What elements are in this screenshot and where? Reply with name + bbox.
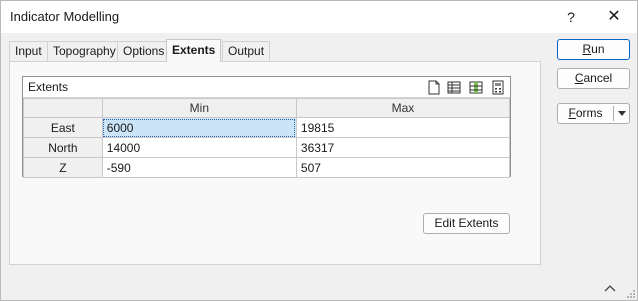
table-row: Z -590 507: [23, 157, 511, 178]
tab-extents[interactable]: Extents: [166, 39, 222, 62]
cancel-label-rest: ancel: [583, 71, 613, 85]
select-column-icon[interactable]: [469, 80, 483, 95]
run-label-rest: un: [591, 42, 605, 56]
table-row: East 6000 19815: [23, 117, 511, 138]
dialog-window: Indicator Modelling ? ✕ Input Topography…: [0, 0, 638, 301]
dropdown-arrow-icon[interactable]: [618, 111, 626, 116]
grid-list-icon[interactable]: [447, 80, 461, 95]
resize-grip-icon[interactable]: [626, 289, 636, 299]
grid-header: Extents: [23, 77, 510, 98]
z-min-cell[interactable]: -590: [101, 157, 297, 178]
grid-title: Extents: [28, 80, 69, 94]
title-bar: Indicator Modelling ? ✕: [1, 1, 637, 33]
column-header-max[interactable]: Max: [295, 98, 511, 118]
new-icon[interactable]: [427, 80, 441, 95]
row-header-north[interactable]: North: [23, 137, 103, 158]
east-max-cell[interactable]: 19815: [295, 117, 511, 138]
close-button[interactable]: ✕: [602, 7, 626, 27]
table-row: North 14000 36317: [23, 137, 511, 158]
column-header-min[interactable]: Min: [101, 98, 297, 118]
extents-table: Min Max East 6000 19815 North 14000 3631…: [23, 98, 511, 178]
forms-divider: [613, 106, 614, 121]
edit-extents-button[interactable]: Edit Extents: [423, 213, 510, 234]
north-max-cell[interactable]: 36317: [295, 137, 511, 158]
cancel-button[interactable]: Cancel: [557, 68, 630, 89]
tab-topography[interactable]: Topography: [47, 41, 122, 61]
north-min-cell[interactable]: 14000: [101, 137, 297, 158]
z-max-cell[interactable]: 507: [295, 157, 511, 178]
help-button[interactable]: ?: [559, 7, 583, 27]
window-title: Indicator Modelling: [10, 9, 120, 24]
table-header-row: Min Max: [23, 98, 511, 118]
run-button[interactable]: Run: [557, 39, 630, 60]
chevron-up-icon[interactable]: [604, 283, 616, 295]
run-label-mnemonic: R: [582, 42, 592, 56]
forms-button[interactable]: Forms: [557, 103, 630, 124]
extents-grid: Extents Min Max East 6000 19815 North 14…: [22, 76, 511, 178]
tab-output[interactable]: Output: [222, 41, 271, 61]
forms-label-mnemonic: F: [568, 106, 576, 120]
tab-options[interactable]: Options: [117, 41, 171, 61]
row-header-z[interactable]: Z: [23, 157, 103, 178]
row-header-east[interactable]: East: [23, 117, 103, 138]
forms-label-rest: orms: [575, 106, 603, 120]
forms-label: Forms: [558, 104, 613, 123]
calculator-icon[interactable]: [491, 80, 505, 95]
column-header-corner: [23, 98, 103, 118]
east-min-cell[interactable]: 6000: [101, 117, 297, 138]
tab-input[interactable]: Input: [9, 41, 48, 61]
